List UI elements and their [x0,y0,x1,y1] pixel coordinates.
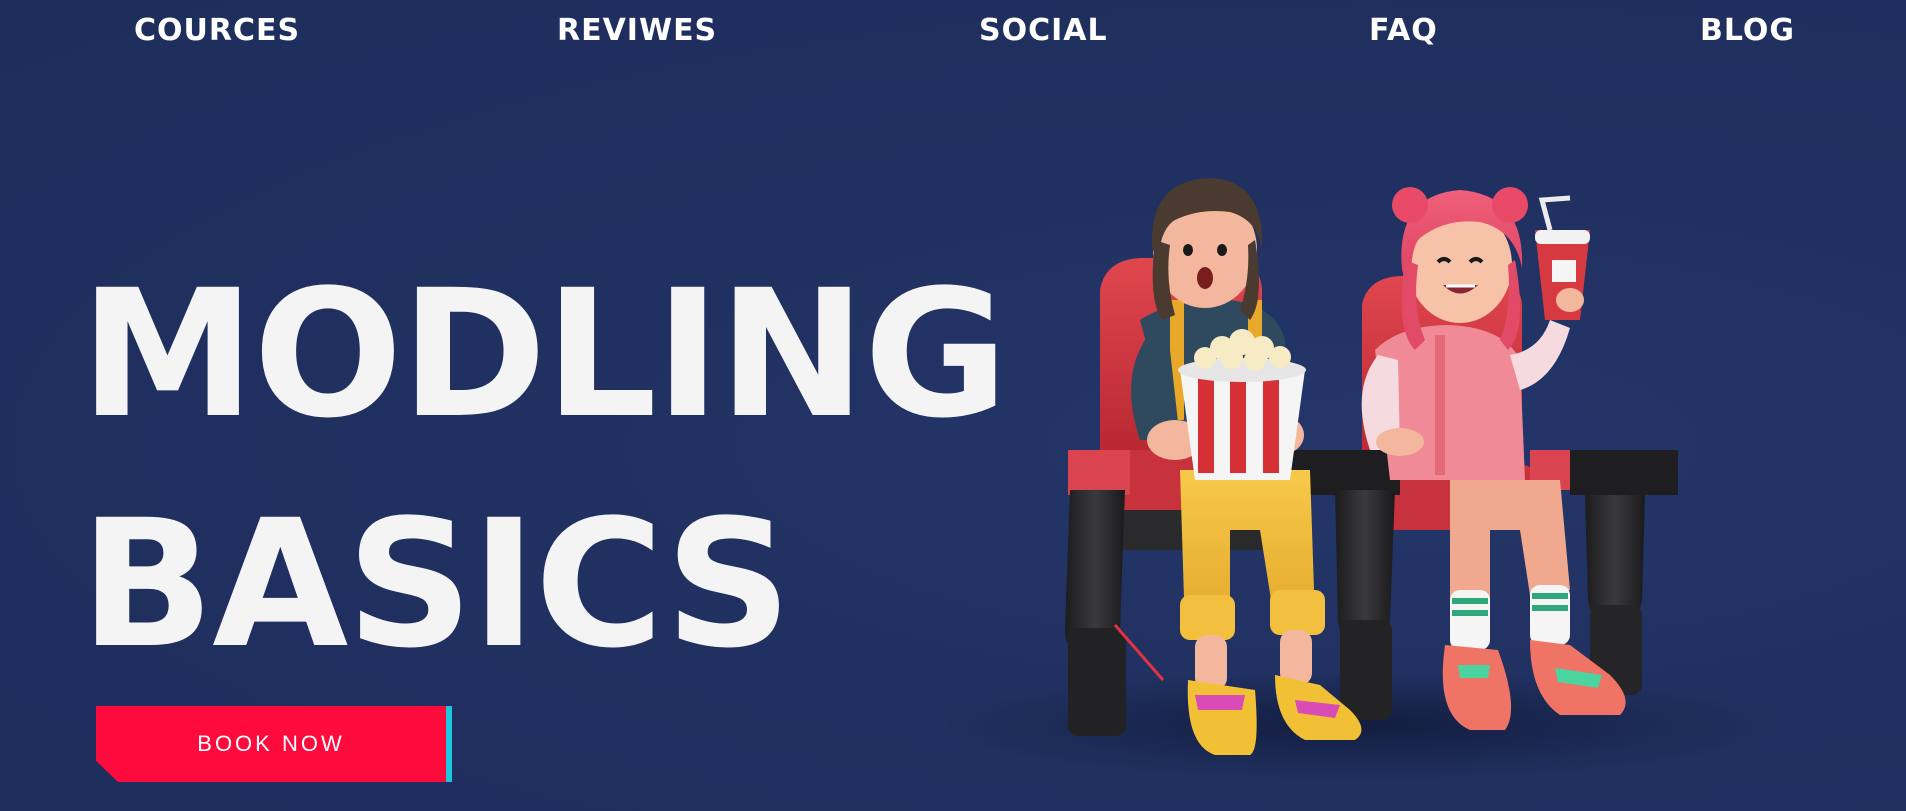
hero-headline-line-2: BASICS [80,482,792,687]
nav-item-cources[interactable]: COURCES [134,12,300,50]
nav-item-social[interactable]: SOCIAL [979,12,1108,50]
book-now-button-accent [446,706,452,782]
book-now-button-label: BOOK NOW [197,731,345,756]
cinema-girls-illustration-svg [940,178,1780,780]
nav-item-blog[interactable]: BLOG [1700,12,1795,50]
book-now-button[interactable]: BOOK NOW [96,706,452,782]
nav-item-faq[interactable]: FAQ [1369,12,1438,50]
cinema-girls-illustration [930,150,1830,790]
nav-item-reviwes[interactable]: REVIWES [557,12,717,50]
page-background: COURCES REVIWES SOCIAL FAQ BLOG MODLING … [0,0,1906,811]
top-navigation: COURCES REVIWES SOCIAL FAQ BLOG [0,0,1906,64]
hero-headline-line-1: MODLING [80,252,1008,457]
hero-headline: MODLING BASICS [80,240,1008,700]
